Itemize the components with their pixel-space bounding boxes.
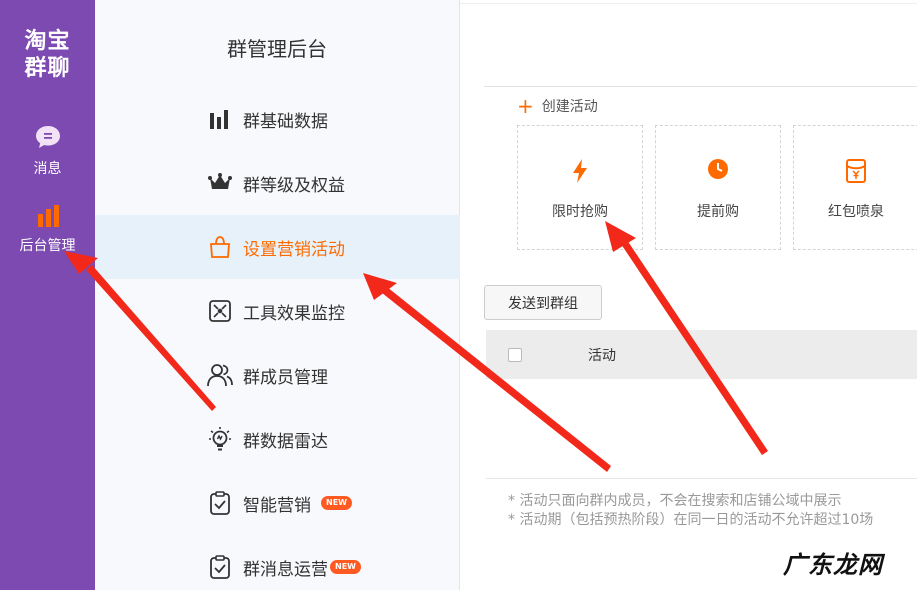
bar-chart-icon <box>0 205 95 231</box>
card-label: 提前购 <box>697 204 739 220</box>
menu-item-label: 群成员管理 <box>243 367 328 388</box>
menu-item-label: 工具效果监控 <box>243 303 345 324</box>
create-activity-button[interactable]: + 创建活动 <box>517 96 598 116</box>
rail-item-label: 消息 <box>33 161 62 177</box>
menu-item-message-ops[interactable]: 群消息运营 NEW <box>95 535 460 590</box>
crown-icon <box>207 170 233 196</box>
app-logo: 淘宝 群聊 <box>0 28 95 82</box>
rail-item-label: 后台管理 <box>19 238 76 254</box>
plus-icon: + <box>517 94 534 118</box>
note-line: * 活动只面向群内成员，不会在搜索和店铺公域中展示 <box>508 493 842 509</box>
send-to-group-button[interactable]: 发送到群组 <box>484 285 602 320</box>
new-badge: NEW <box>330 560 361 574</box>
logo-line-1: 淘宝 <box>24 29 71 54</box>
monitor-icon <box>207 298 233 324</box>
lightning-icon <box>518 158 642 184</box>
notes: * 活动只面向群内成员，不会在搜索和店铺公域中展示 * 活动期（包括预热阶段）在… <box>508 492 873 530</box>
menu-item-label: 智能营销 <box>243 495 311 516</box>
main-content: + 创建活动 限时抢购 提前购 红包喷泉 发送到群组 活动 * 活动只面向群内成… <box>460 0 917 590</box>
new-badge: NEW <box>321 496 352 510</box>
shopping-bag-icon <box>207 234 233 260</box>
select-all-checkbox[interactable] <box>508 347 522 362</box>
menu-item-data-radar[interactable]: 群数据雷达 <box>95 407 460 471</box>
rail-item-messages[interactable]: 消息 <box>0 124 95 178</box>
menu-item-member-management[interactable]: 群成员管理 <box>95 343 460 407</box>
activity-card-red-packet[interactable]: 红包喷泉 <box>793 125 917 250</box>
note-line: * 活动期（包括预热阶段）在同一日的活动不允许超过10场 <box>508 512 874 528</box>
menu-item-group-level[interactable]: 群等级及权益 <box>95 151 460 215</box>
menu-item-marketing-activity[interactable]: 设置营销活动 <box>95 215 460 279</box>
menu-item-label: 群等级及权益 <box>243 175 345 196</box>
table-header: 活动 <box>486 330 917 379</box>
menu-item-label: 群消息运营 <box>243 559 328 580</box>
divider <box>484 86 917 87</box>
create-activity-label: 创建活动 <box>541 99 598 115</box>
app-window: 淘宝 群聊 消息 后台管理 群管理后台 群基础数据 群等级及权益 设置营销活动 … <box>0 0 917 590</box>
menu-item-tool-monitor[interactable]: 工具效果监控 <box>95 279 460 343</box>
left-rail: 淘宝 群聊 消息 后台管理 <box>0 0 95 590</box>
clock-icon <box>656 158 780 180</box>
watermark: 广东龙网 <box>783 551 883 579</box>
menu-item-group-basic-data[interactable]: 群基础数据 <box>95 87 460 151</box>
divider <box>460 3 917 4</box>
bar-chart-icon <box>207 106 233 132</box>
card-label: 红包喷泉 <box>828 204 884 220</box>
card-label: 限时抢购 <box>552 204 608 220</box>
members-icon <box>207 362 233 388</box>
red-packet-icon <box>794 158 917 184</box>
logo-line-2: 群聊 <box>24 56 71 81</box>
clipboard-check-icon <box>207 554 233 580</box>
divider <box>486 478 917 479</box>
menu-item-label: 设置营销活动 <box>243 239 345 260</box>
clipboard-check-icon <box>207 490 233 516</box>
lightbulb-icon <box>207 426 233 452</box>
menu-item-smart-marketing[interactable]: 智能营销 NEW <box>95 471 460 535</box>
chat-bubble-icon <box>0 124 95 154</box>
activity-card-flash-sale[interactable]: 限时抢购 <box>517 125 643 250</box>
menu-item-label: 群数据雷达 <box>243 431 328 452</box>
activity-card-pre-purchase[interactable]: 提前购 <box>655 125 781 250</box>
rail-item-admin[interactable]: 后台管理 <box>0 205 95 255</box>
column-header-activity: 活动 <box>588 347 616 364</box>
menu-title: 群管理后台 <box>227 37 327 61</box>
admin-menu: 群管理后台 群基础数据 群等级及权益 设置营销活动 工具效果监控 群成员管理 群… <box>95 0 460 590</box>
menu-item-label: 群基础数据 <box>243 111 328 132</box>
